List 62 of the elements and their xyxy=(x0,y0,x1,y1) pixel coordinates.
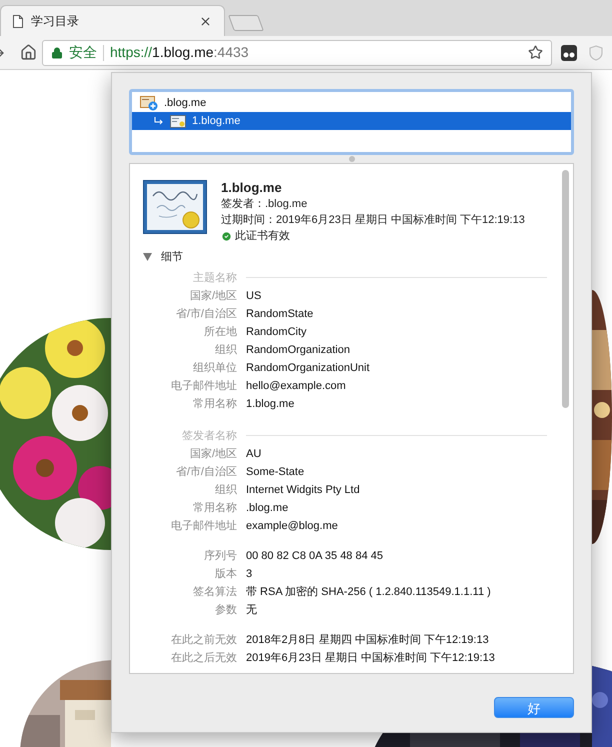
field-value: US xyxy=(246,288,262,304)
field-value: 2019年6月23日 星期日 中国标准时间 下午12:19:13 xyxy=(246,650,495,666)
status-text: 此证书有效 xyxy=(235,229,290,244)
field-label: 电子邮件地址 xyxy=(170,518,237,534)
field-value: AU xyxy=(246,446,262,462)
security-label: 安全 xyxy=(69,43,97,62)
address-field[interactable]: 安全 https://1.blog.me:4433 xyxy=(42,40,552,66)
field-value: RandomOrganizationUnit xyxy=(246,360,370,376)
field-label: 常用名称 xyxy=(192,500,237,516)
field-label: 在此之后无效 xyxy=(170,650,237,666)
field-value: 带 RSA 加密的 SHA-256 ( 1.2.840.113549.1.1.11 ) xyxy=(246,584,491,600)
field-label: 所在地 xyxy=(203,324,237,340)
field-value: 2018年2月8日 星期四 中国标准时间 下午12:19:13 xyxy=(246,632,489,648)
browser-tab[interactable]: 学习目录 xyxy=(0,5,225,36)
details-toggle[interactable]: 细节 xyxy=(143,249,183,266)
certificate-icon xyxy=(143,180,207,234)
certificate-icon xyxy=(170,114,186,128)
field-label: 组织单位 xyxy=(192,360,237,376)
url-text: https://1.blog.me:4433 xyxy=(110,43,250,62)
section-heading: 签发者名称 xyxy=(181,428,237,444)
field-label: 省/市/自治区 xyxy=(174,464,237,480)
field-value: 3 xyxy=(246,566,252,582)
field-label: 常用名称 xyxy=(192,396,237,412)
lock-icon xyxy=(51,46,63,58)
scrollbar-thumb[interactable] xyxy=(562,170,569,408)
issuer-text: 签发者：.blog.me xyxy=(221,197,308,212)
field-value: RandomState xyxy=(246,306,314,322)
splitter-handle[interactable] xyxy=(348,156,354,162)
field-value: RandomCity xyxy=(246,324,307,340)
field-value: 无 xyxy=(246,602,257,618)
field-label: 国家/地区 xyxy=(188,446,237,462)
field-label: 序列号 xyxy=(203,548,237,564)
field-value: Some-State xyxy=(246,464,304,480)
field-value: example@blog.me xyxy=(246,518,338,534)
bookmark-star-icon[interactable] xyxy=(528,45,543,60)
home-icon[interactable] xyxy=(20,44,37,61)
certificate-icon xyxy=(140,96,158,110)
certificate-name: 1.blog.me xyxy=(221,179,283,196)
field-label: 省/市/自治区 xyxy=(174,306,237,322)
field-label: 参数 xyxy=(214,602,237,618)
field-label: 签名算法 xyxy=(192,584,237,600)
field-label: 版本 xyxy=(214,566,237,582)
tree-item[interactable]: 1.blog.me xyxy=(132,112,571,130)
field-label: 组织 xyxy=(214,342,237,358)
field-label: 电子邮件地址 xyxy=(170,378,237,394)
child-arrow-icon xyxy=(154,117,164,125)
field-value: .blog.me xyxy=(246,500,288,516)
extension-icon[interactable] xyxy=(561,44,577,60)
field-value: Internet Widgits Pty Ltd xyxy=(246,482,360,498)
tree-item[interactable]: .blog.me xyxy=(132,94,571,112)
field-label: 国家/地区 xyxy=(188,288,237,304)
field-label: 在此之前无效 xyxy=(170,632,237,648)
expiry-text: 过期时间：2019年6月23日 星期日 中国标准时间 下午12:19:13 xyxy=(221,213,525,228)
close-icon[interactable] xyxy=(199,14,212,28)
field-value: RandomOrganization xyxy=(246,342,350,358)
section-heading: 主题名称 xyxy=(192,270,237,286)
field-value: 00 80 82 C8 0A 35 48 84 45 xyxy=(246,548,384,564)
collapse-triangle-icon xyxy=(143,253,152,262)
field-value: 1.blog.me xyxy=(246,396,294,412)
field-label: 组织 xyxy=(214,482,237,498)
page-icon xyxy=(13,14,23,28)
field-value: hello@example.com xyxy=(246,378,346,394)
